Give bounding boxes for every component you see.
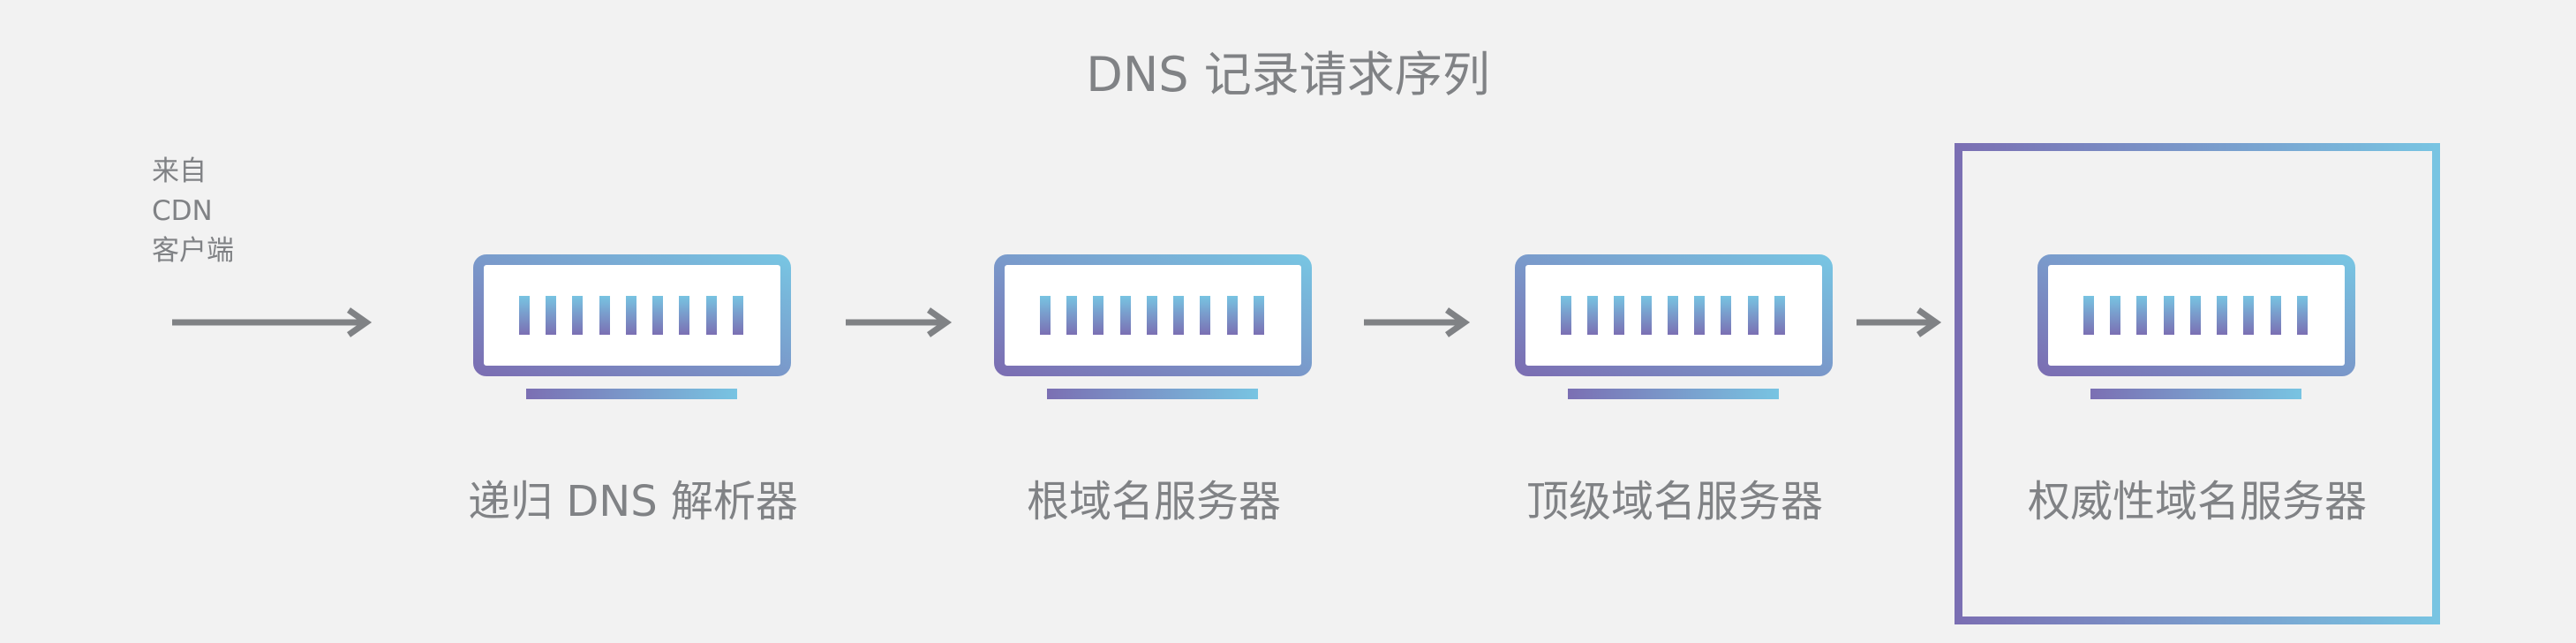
server-icon: [473, 254, 793, 405]
arrow-right-icon: [1857, 307, 1942, 337]
client-label-line1: 来自: [152, 155, 207, 187]
recursive-resolver-label: 递归 DNS 解析器: [468, 477, 798, 526]
client-label: 来自 CDN 客户端: [152, 152, 234, 271]
client-label-line3: 客户端: [152, 235, 234, 267]
server-icon: [1515, 254, 1834, 405]
server-icon: [994, 254, 1314, 405]
arrow-right-icon: [846, 307, 953, 337]
client-label-line2: CDN: [152, 195, 213, 227]
tld-server-label: 顶级域名服务器: [1525, 477, 1823, 526]
root-server-label: 根域名服务器: [1026, 477, 1281, 526]
arrow-right-icon: [172, 307, 373, 337]
highlight-box: [1955, 143, 2440, 624]
arrow-right-icon: [1364, 307, 1471, 337]
diagram-title: DNS 记录请求序列: [1086, 47, 1490, 102]
